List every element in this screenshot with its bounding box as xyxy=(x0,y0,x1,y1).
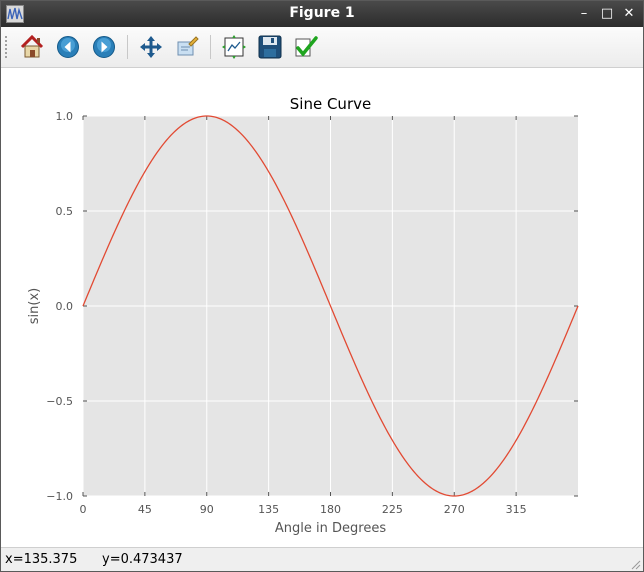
zoom-button[interactable] xyxy=(172,32,202,62)
navigation-toolbar xyxy=(1,27,643,68)
home-button[interactable] xyxy=(17,32,47,62)
subplots-button[interactable] xyxy=(219,32,249,62)
x-tick-label: 0 xyxy=(80,503,87,516)
toolbar-grip[interactable] xyxy=(4,35,8,59)
home-icon xyxy=(20,34,44,58)
edit-parameters-button[interactable] xyxy=(291,32,321,62)
x-axis-label: Angle in Degrees xyxy=(275,521,386,536)
forward-button[interactable] xyxy=(89,32,119,62)
sine-chart: 0 45 90 135 180 225 270 315 1.0 0.5 0.0 −0.5 −1.0 Si… xyxy=(27,95,579,536)
minimize-button[interactable]: – xyxy=(574,4,594,24)
toolbar-separator xyxy=(210,35,211,59)
plot-canvas[interactable]: 0 45 90 135 180 225 270 315 1.0 0.5 0.0 −0.5 −1.0 Si… xyxy=(1,68,643,546)
y-tick-label: −0.5 xyxy=(46,395,73,408)
toolbar-separator xyxy=(127,35,128,59)
x-tick-label: 135 xyxy=(258,503,279,516)
x-tick-label: 90 xyxy=(200,503,214,516)
y-tick-label: 0.0 xyxy=(56,300,74,313)
x-tick-label: 180 xyxy=(320,503,341,516)
y-tick-label: 0.5 xyxy=(56,205,74,218)
chart-title: Sine Curve xyxy=(290,95,371,113)
x-tick-label: 45 xyxy=(138,503,152,516)
y-tick-label: 1.0 xyxy=(56,110,74,123)
title-bar[interactable]: Figure 1 – □ ✕ xyxy=(1,1,643,27)
figure-window: Figure 1 – □ ✕ 0 45 90 135 180 225 270 3… xyxy=(0,0,644,572)
save-button[interactable] xyxy=(255,32,285,62)
y-tick-label: −1.0 xyxy=(46,490,73,503)
maximize-button[interactable]: □ xyxy=(597,4,617,24)
check-icon xyxy=(295,36,318,57)
zoom-rect-icon xyxy=(177,36,199,56)
forward-arrow-icon xyxy=(93,36,115,58)
back-button[interactable] xyxy=(53,32,83,62)
pan-button[interactable] xyxy=(136,32,166,62)
x-tick-label: 270 xyxy=(444,503,465,516)
x-tick-label: 225 xyxy=(382,503,403,516)
subplots-config-icon xyxy=(222,35,246,59)
resize-grip-icon[interactable] xyxy=(629,558,641,570)
y-axis-label: sin(x) xyxy=(27,288,42,324)
window-title: Figure 1 xyxy=(289,5,355,21)
save-disk-icon xyxy=(258,35,282,59)
cursor-y-readout: y=0.473437 xyxy=(102,552,183,567)
pan-move-icon xyxy=(140,36,162,58)
x-tick-label: 315 xyxy=(506,503,527,516)
close-button[interactable]: ✕ xyxy=(619,4,639,24)
back-arrow-icon xyxy=(57,36,79,58)
cursor-x-readout: x=135.375 xyxy=(5,552,78,567)
status-bar: x=135.375 y=0.473437 xyxy=(1,547,643,571)
